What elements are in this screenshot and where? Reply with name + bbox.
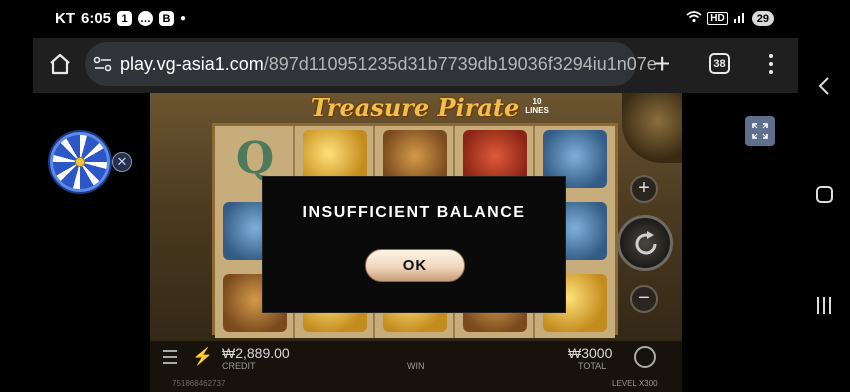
- minus-icon: −: [638, 287, 650, 309]
- chat-notification-icon: …: [138, 11, 154, 26]
- dialog-title: INSUFFICIENT BALANCE: [302, 204, 526, 221]
- tabs-button[interactable]: 38: [709, 53, 730, 74]
- web-page: Treasure Pirate 10 LINES Q + − ⚡ ₩2,889.…: [33, 93, 798, 392]
- plus-icon: +: [654, 48, 671, 79]
- carrier-label: KT: [55, 10, 75, 27]
- b-app-notification-icon: B: [159, 11, 175, 26]
- lines-label: LINES: [525, 106, 549, 115]
- more-vert-icon: [769, 54, 773, 58]
- ok-button[interactable]: OK: [365, 249, 465, 282]
- url-path: /897d110951235d31b7739db19036f3294iu1n07…: [263, 54, 657, 74]
- recent-apps-button[interactable]: [817, 297, 831, 314]
- close-icon: ✕: [116, 154, 128, 169]
- decrease-bet-button[interactable]: −: [630, 285, 658, 313]
- system-nav-bar: [798, 0, 850, 392]
- increase-bet-button[interactable]: +: [630, 175, 658, 203]
- browser-toolbar: play.vg-asia1.com/897d110951235d31b7739d…: [33, 38, 798, 93]
- address-bar[interactable]: play.vg-asia1.com/897d110951235d31b7739d…: [85, 42, 657, 86]
- total-label: TOTAL: [578, 361, 607, 371]
- tab-count: 38: [713, 57, 726, 70]
- battery-level: 29: [756, 12, 769, 25]
- autoplay-button[interactable]: [634, 346, 656, 368]
- back-button[interactable]: [817, 76, 831, 96]
- close-widget-button[interactable]: ✕: [112, 152, 132, 172]
- notification-badge: 1: [117, 11, 133, 26]
- spin-icon: [635, 231, 657, 255]
- level-value: X300: [638, 379, 658, 388]
- battery-indicator: 29: [751, 11, 774, 26]
- system-home-button[interactable]: [816, 186, 833, 203]
- new-tab-button[interactable]: +: [654, 50, 670, 78]
- level-label: LEVEL: [612, 379, 637, 388]
- back-icon: [818, 77, 829, 95]
- more-menu-button[interactable]: [763, 51, 779, 77]
- fullscreen-button[interactable]: [745, 116, 775, 146]
- clock: 6:05: [81, 10, 112, 27]
- insufficient-balance-dialog: INSUFFICIENT BALANCE OK: [262, 176, 566, 313]
- turbo-bolt-icon[interactable]: ⚡: [192, 347, 213, 367]
- lines-badge: 10 LINES: [524, 97, 550, 119]
- credit-value: ₩2,889.00: [222, 345, 290, 361]
- lines-number: 10: [532, 97, 542, 106]
- spin-button[interactable]: [617, 215, 673, 271]
- wheel-hub-icon: [75, 157, 85, 167]
- lucky-wheel-widget[interactable]: [50, 132, 110, 192]
- site-settings-icon[interactable]: [93, 55, 113, 73]
- win-label: WIN: [407, 361, 425, 371]
- plus-icon: +: [638, 177, 650, 199]
- status-right: HD 29: [686, 11, 774, 26]
- home-icon: [50, 53, 70, 75]
- more-notifications-dot-icon: ●: [180, 13, 187, 24]
- credit-label: CREDIT: [222, 361, 256, 371]
- game-menu-button[interactable]: [163, 350, 177, 364]
- game-title: Treasure Pirate: [310, 93, 520, 122]
- treasure-corner-decoration: [622, 93, 682, 163]
- wifi-icon: [686, 11, 702, 26]
- status-bar: KT 6:05 1 … B ● HD 29: [33, 0, 798, 38]
- fullscreen-icon: [752, 123, 768, 139]
- level-readout: LEVEL X300: [612, 379, 658, 388]
- status-left: KT 6:05 1 … B ●: [55, 10, 186, 27]
- url-text[interactable]: play.vg-asia1.com/897d110951235d31b7739d…: [120, 54, 657, 75]
- game-bottom-bar: ⚡ ₩2,889.00 CREDIT WIN ₩3000 TOTAL 75186…: [150, 341, 682, 392]
- signal-icon: [733, 11, 747, 26]
- home-button[interactable]: [47, 51, 73, 77]
- round-id: 751868462737: [172, 379, 226, 388]
- url-host: play.vg-asia1.com: [120, 54, 264, 74]
- total-bet-value: ₩3000: [568, 345, 613, 361]
- hd-icon: HD: [707, 12, 728, 25]
